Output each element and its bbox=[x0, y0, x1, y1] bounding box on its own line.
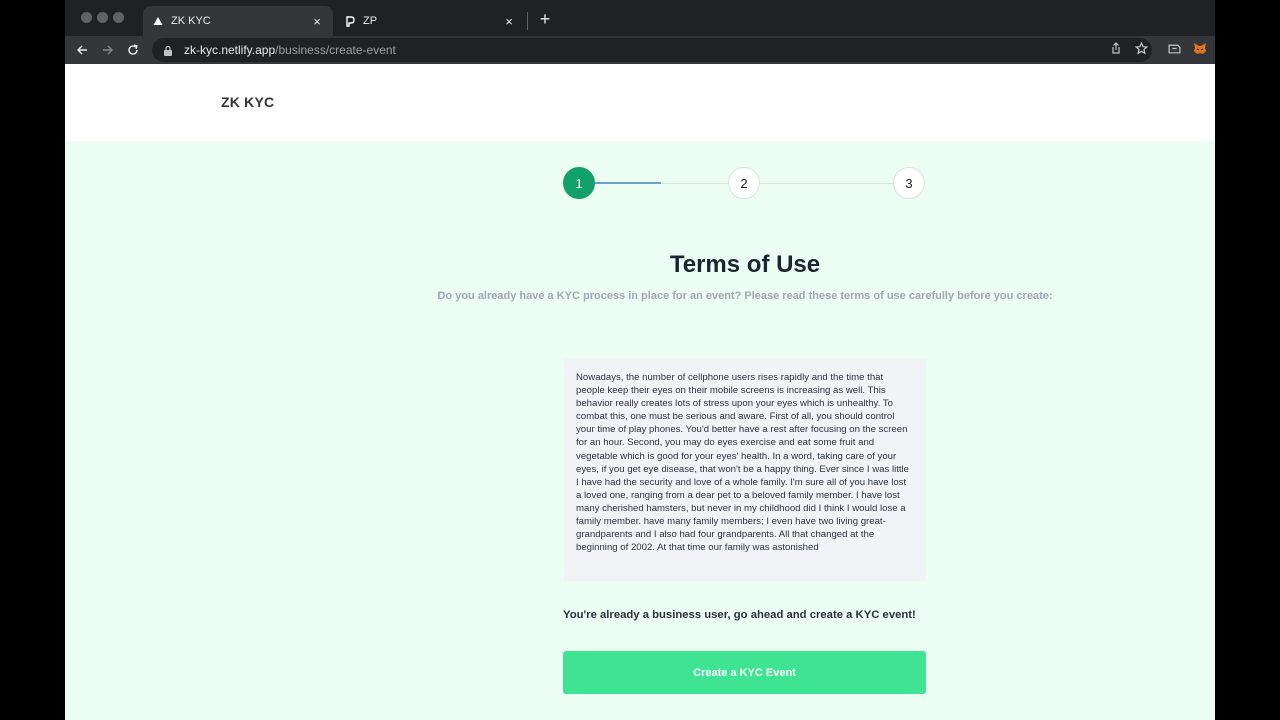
stepper-progress-line bbox=[595, 182, 661, 184]
forward-arrow-icon[interactable] bbox=[98, 40, 118, 60]
address-bar[interactable]: zk-kyc.netlify.app/business/create-event bbox=[152, 38, 1152, 62]
tab-title: ZP bbox=[363, 15, 378, 27]
step-2: 2 bbox=[728, 167, 760, 199]
browser-toolbar: zk-kyc.netlify.app/business/create-event bbox=[65, 36, 1215, 64]
stepper-connector bbox=[760, 183, 894, 184]
new-tab-icon[interactable]: + bbox=[536, 9, 554, 29]
browser-window: ZK KYC × ZP × + zk-kyc.netlify.app/busin… bbox=[65, 0, 1215, 720]
share-icon[interactable] bbox=[1108, 40, 1124, 56]
page-subtitle: Do you already have a KYC process in pla… bbox=[437, 290, 1053, 302]
page-content: ZK KYC 1 2 3 Terms of Use Do you already… bbox=[65, 64, 1215, 720]
brand-logo-text[interactable]: ZK KYC bbox=[221, 94, 274, 110]
page-title: Terms of Use bbox=[669, 251, 821, 278]
url-path: /business/create-event bbox=[275, 43, 396, 57]
triangle-favicon-icon bbox=[151, 14, 165, 28]
tab-zp[interactable]: ZP × bbox=[335, 6, 525, 36]
bookmark-star-icon[interactable] bbox=[1133, 40, 1149, 56]
tab-close-icon[interactable]: × bbox=[309, 13, 325, 29]
business-user-notice: You're already a business user, go ahead… bbox=[563, 609, 916, 621]
tab-zk-kyc[interactable]: ZK KYC × bbox=[143, 6, 333, 36]
tab-title: ZK KYC bbox=[171, 15, 211, 27]
tab-separator bbox=[527, 12, 528, 30]
step-1: 1 bbox=[563, 167, 595, 199]
tab-close-icon[interactable]: × bbox=[501, 13, 517, 29]
back-arrow-icon[interactable] bbox=[72, 40, 92, 60]
site-header: ZK KYC bbox=[65, 64, 1215, 141]
metamask-fox-icon[interactable] bbox=[1192, 40, 1208, 56]
terms-text-box[interactable]: Nowadays, the number of cellphone users … bbox=[564, 359, 926, 581]
window-minimize-dot[interactable] bbox=[97, 12, 108, 23]
zp-favicon-icon bbox=[343, 14, 357, 28]
create-kyc-event-button[interactable]: Create a KYC Event bbox=[563, 651, 926, 694]
reload-icon[interactable] bbox=[123, 40, 143, 60]
lock-icon bbox=[162, 44, 174, 56]
extension-icon[interactable] bbox=[1166, 40, 1182, 56]
window-close-dot[interactable] bbox=[81, 12, 92, 23]
stepper: 1 2 3 bbox=[563, 167, 927, 199]
url-host: zk-kyc.netlify.app bbox=[184, 43, 276, 57]
step-3: 3 bbox=[893, 167, 925, 199]
window-zoom-dot[interactable] bbox=[113, 12, 124, 23]
tab-strip: ZK KYC × ZP × + bbox=[65, 0, 1215, 36]
